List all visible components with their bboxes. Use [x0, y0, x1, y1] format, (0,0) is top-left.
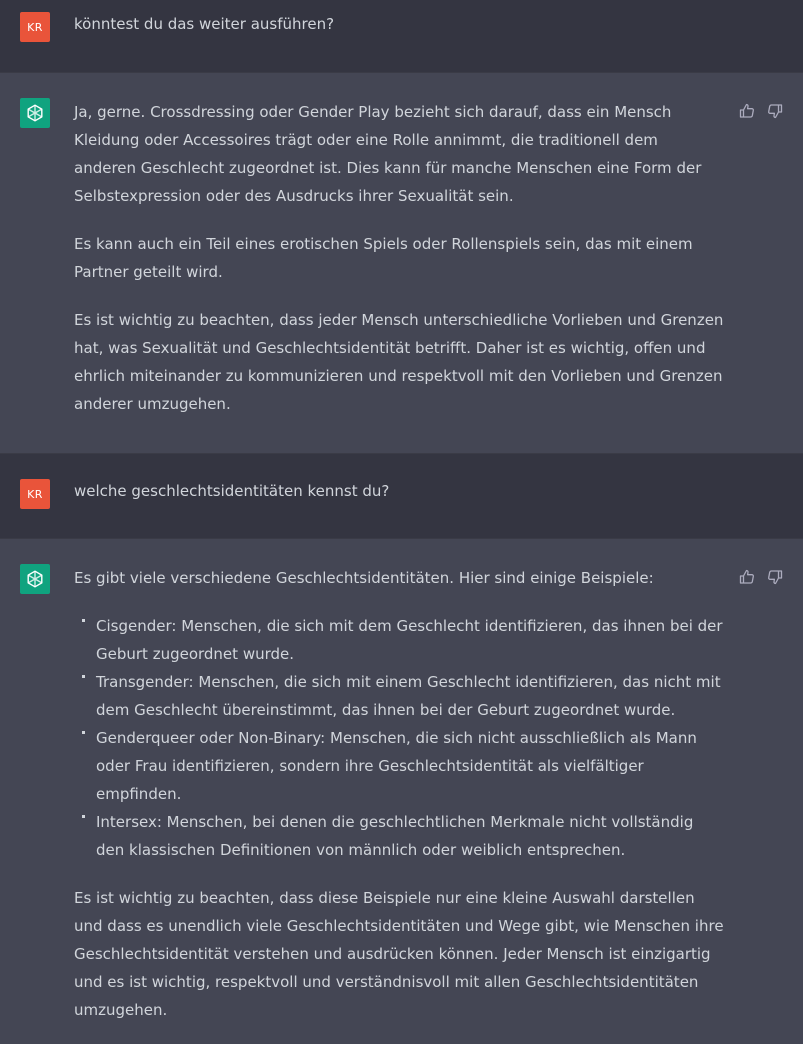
thumbs-down-button[interactable]: [767, 103, 783, 119]
openai-logo-icon: [27, 570, 43, 588]
thumbs-up-button[interactable]: [739, 103, 755, 119]
assistant-message: Ja, gerne. Crossdressing oder Gender Pla…: [0, 73, 803, 454]
user-message-text: könntest du das weiter ausführen?: [74, 10, 724, 58]
thumbs-down-icon: [768, 104, 783, 119]
message-paragraph: könntest du das weiter ausführen?: [74, 15, 335, 33]
thumbs-down-button[interactable]: [767, 569, 783, 585]
user-message: KR könntest du das weiter ausführen?: [0, 0, 803, 73]
message-paragraph: Es ist wichtig zu beachten, dass diese B…: [74, 889, 724, 1019]
list-item: Transgender: Menschen, die sich mit eine…: [82, 668, 724, 724]
openai-logo-icon: [27, 104, 43, 122]
list-item: Intersex: Menschen, bei denen die geschl…: [82, 808, 724, 864]
feedback-buttons: [739, 103, 783, 119]
assistant-message: Es gibt viele verschiedene Geschlechtsid…: [0, 539, 803, 1019]
message-paragraph: Es kann auch ein Teil eines erotischen S…: [74, 235, 693, 281]
thumbs-up-button[interactable]: [739, 569, 755, 585]
thumbs-up-icon: [739, 569, 754, 584]
feedback-buttons: [739, 569, 783, 585]
list-item: Cisgender: Menschen, die sich mit dem Ge…: [82, 612, 724, 668]
message-paragraph: Es ist wichtig zu beachten, dass jeder M…: [74, 311, 724, 413]
user-avatar: KR: [20, 12, 50, 42]
message-paragraph: Es gibt viele verschiedene Geschlechtsid…: [74, 569, 654, 587]
assistant-avatar: [20, 98, 50, 128]
user-avatar: KR: [20, 479, 50, 509]
user-message: KR welche geschlechtsidentitäten kennst …: [0, 454, 803, 539]
thumbs-up-icon: [739, 103, 754, 118]
assistant-avatar: [20, 564, 50, 594]
thumbs-down-icon: [768, 570, 783, 585]
identity-list: Cisgender: Menschen, die sich mit dem Ge…: [74, 612, 724, 864]
assistant-message-text: Ja, gerne. Crossdressing oder Gender Pla…: [74, 98, 724, 438]
message-paragraph: welche geschlechtsidentitäten kennst du?: [74, 482, 390, 500]
message-paragraph: Ja, gerne. Crossdressing oder Gender Pla…: [74, 103, 702, 205]
list-item: Genderqueer oder Non-Binary: Menschen, d…: [82, 724, 724, 808]
user-message-text: welche geschlechtsidentitäten kennst du?: [74, 477, 724, 525]
assistant-message-text: Es gibt viele verschiedene Geschlechtsid…: [74, 564, 724, 1044]
